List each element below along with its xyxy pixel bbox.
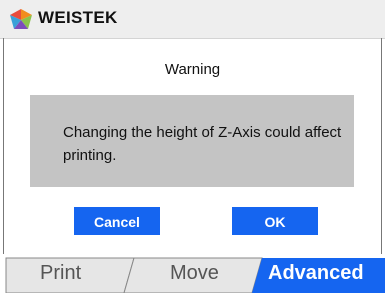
warning-message: Changing the height of Z-Axis could affe… <box>63 124 342 164</box>
tab-bar: Print Move Advanced <box>0 254 385 293</box>
tab-advanced[interactable]: Advanced <box>268 262 364 285</box>
tab-move[interactable]: Move <box>170 262 219 285</box>
weistek-logo-icon <box>10 9 32 29</box>
printer-screen: WEISTEK Warning Changing the height of Z… <box>0 0 385 293</box>
ok-button[interactable]: OK <box>232 207 318 235</box>
brand-name: WEISTEK <box>38 8 118 27</box>
header-bar: WEISTEK <box>0 0 385 39</box>
tab-print[interactable]: Print <box>40 262 81 285</box>
cancel-button[interactable]: Cancel <box>74 207 160 235</box>
message-box: Changing the height of Z-Axis could affe… <box>30 95 354 187</box>
dialog-title: Warning <box>164 61 221 78</box>
